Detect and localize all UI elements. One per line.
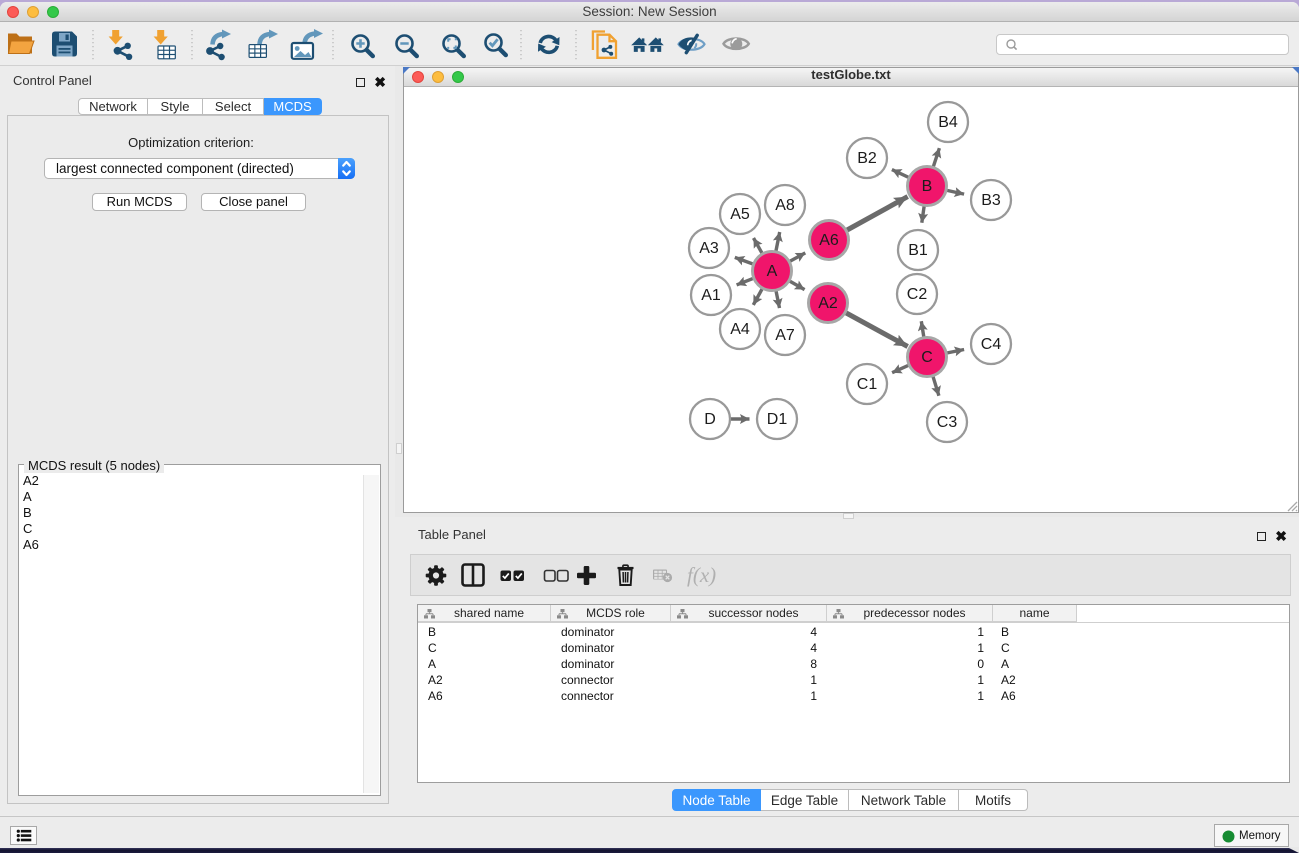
svg-text:C3: C3 (937, 414, 958, 431)
svg-text:C4: C4 (981, 336, 1002, 353)
svg-text:D1: D1 (767, 411, 788, 428)
svg-text:A3: A3 (699, 240, 719, 257)
svg-text:B: B (922, 178, 933, 195)
svg-text:C2: C2 (907, 286, 928, 303)
svg-text:B4: B4 (938, 114, 958, 131)
svg-text:A2: A2 (818, 295, 838, 312)
svg-text:A6: A6 (819, 232, 839, 249)
svg-text:B3: B3 (981, 192, 1001, 209)
svg-text:A5: A5 (730, 206, 750, 223)
svg-text:A1: A1 (701, 287, 721, 304)
svg-text:B1: B1 (908, 242, 928, 259)
svg-text:A4: A4 (730, 321, 750, 338)
svg-text:C: C (921, 349, 933, 366)
svg-text:C1: C1 (857, 376, 878, 393)
svg-text:A: A (767, 263, 778, 280)
svg-text:A8: A8 (775, 197, 795, 214)
svg-text:A7: A7 (775, 327, 795, 344)
svg-text:D: D (704, 411, 716, 428)
svg-text:B2: B2 (857, 150, 877, 167)
svg-text:f(x): f(x) (687, 563, 716, 587)
